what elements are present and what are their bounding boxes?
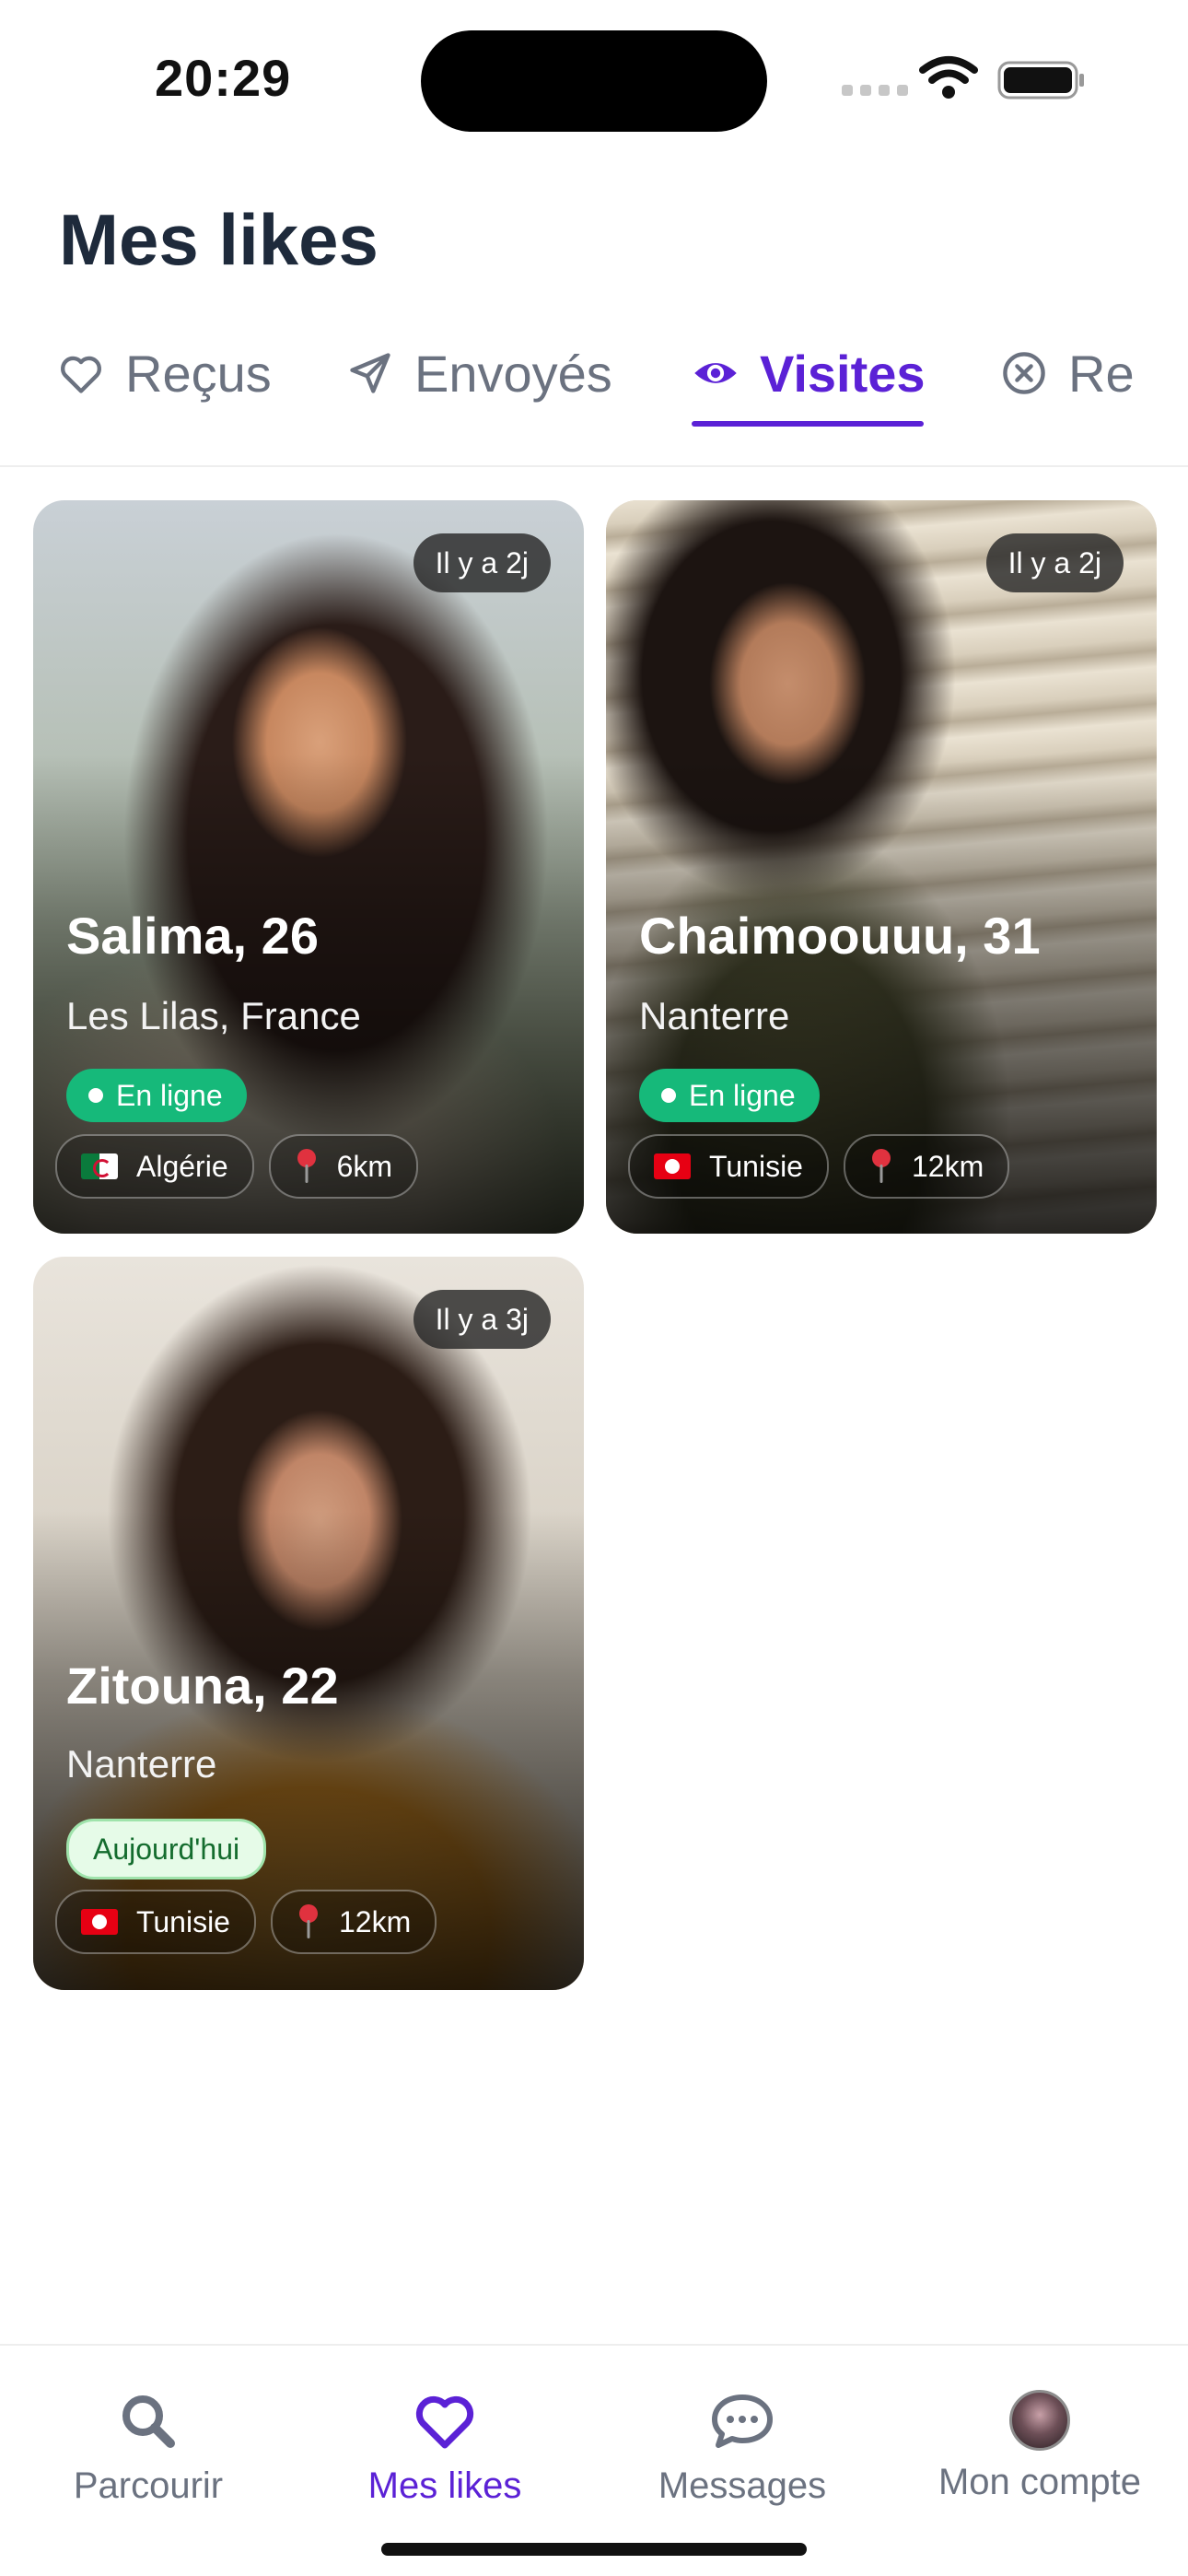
online-status-badge: En ligne xyxy=(639,1069,820,1122)
location-pin-icon xyxy=(298,1904,318,1938)
nav-messages[interactable]: Messages xyxy=(594,2359,891,2515)
tab-bar: Reçus Envoyés Visites Re xyxy=(0,318,1188,465)
cellular-signal-icon xyxy=(842,85,908,96)
tab-label: Reçus xyxy=(125,344,272,403)
online-dot-icon xyxy=(88,1088,103,1103)
profile-name-age: Salima, 26 xyxy=(66,907,319,965)
visit-time-badge: Il y a 2j xyxy=(413,533,551,592)
tab-label: Envoyés xyxy=(414,344,612,403)
avatar xyxy=(1009,2390,1070,2451)
nav-label: Parcourir xyxy=(73,2465,224,2506)
nav-mes-likes[interactable]: Mes likes xyxy=(297,2359,593,2515)
tunisia-flag-icon xyxy=(81,1909,118,1935)
heart-icon xyxy=(415,2395,474,2449)
wifi-icon xyxy=(919,56,978,99)
battery-icon xyxy=(997,61,1084,100)
profile-city: Nanterre xyxy=(66,1742,217,1786)
bottom-nav-divider xyxy=(0,2344,1188,2346)
country-pill: Algérie xyxy=(55,1134,254,1199)
tab-refuses[interactable]: Re xyxy=(1000,318,1135,428)
location-pin-icon xyxy=(297,1149,316,1183)
country-label: Tunisie xyxy=(136,1904,230,1938)
distance-pill: 12km xyxy=(270,1890,437,1954)
active-tab-indicator xyxy=(692,421,924,427)
eye-icon xyxy=(694,363,737,383)
tab-envoyes[interactable]: Envoyés xyxy=(346,318,612,428)
paper-plane-icon xyxy=(350,353,390,393)
country-pill: Tunisie xyxy=(628,1134,829,1199)
online-dot-icon xyxy=(661,1088,676,1103)
country-label: Algérie xyxy=(136,1149,228,1183)
distance-pill: 6km xyxy=(268,1134,419,1199)
distance-label: 6km xyxy=(336,1149,393,1183)
profile-name-age: Zitouna, 22 xyxy=(66,1657,339,1715)
distance-label: 12km xyxy=(338,1904,412,1938)
profile-card[interactable]: Il y a 2j Salima, 26 Les Lilas, France E… xyxy=(33,500,584,1234)
online-status-badge: En ligne xyxy=(66,1069,247,1122)
status-label: En ligne xyxy=(116,1078,223,1112)
nav-label: Mon compte xyxy=(938,2462,1142,2502)
search-icon xyxy=(122,2395,175,2448)
tab-visites[interactable]: Visites xyxy=(692,318,926,428)
profile-name-age: Chaimoouuu, 31 xyxy=(639,907,1041,965)
tab-recus[interactable]: Reçus xyxy=(57,318,272,428)
distance-label: 12km xyxy=(911,1149,984,1183)
distance-pill: 12km xyxy=(843,1134,1010,1199)
dynamic-island xyxy=(421,30,767,132)
nav-parcourir[interactable]: Parcourir xyxy=(0,2359,297,2515)
country-label: Tunisie xyxy=(709,1149,803,1183)
profile-card[interactable]: Il y a 3j Zitouna, 22 Nanterre Aujourd'h… xyxy=(33,1257,584,1990)
algeria-flag-icon xyxy=(81,1153,118,1179)
tab-label: Re xyxy=(1068,344,1135,403)
nav-label: Mes likes xyxy=(367,2465,522,2506)
visit-time-badge: Il y a 2j xyxy=(985,533,1124,592)
x-circle-icon xyxy=(1003,352,1045,394)
nav-label: Messages xyxy=(658,2465,827,2506)
status-label: En ligne xyxy=(689,1078,796,1112)
country-pill: Tunisie xyxy=(55,1890,256,1954)
profile-city: Les Lilas, France xyxy=(66,994,361,1037)
profile-city: Nanterre xyxy=(639,994,790,1037)
home-indicator xyxy=(381,2543,807,2556)
tunisia-flag-icon xyxy=(654,1153,691,1179)
header-divider xyxy=(0,465,1188,467)
chat-bubble-icon xyxy=(712,2395,773,2448)
page-title: Mes likes xyxy=(59,199,379,280)
activity-status-badge: Aujourd'hui xyxy=(66,1819,267,1879)
location-pin-icon xyxy=(871,1149,891,1183)
nav-mon-compte[interactable]: Mon compte xyxy=(891,2359,1188,2515)
profile-card[interactable]: Il y a 2j Chaimoouuu, 31 Nanterre En lig… xyxy=(606,500,1157,1234)
tab-label: Visites xyxy=(760,344,926,403)
status-time: 20:29 xyxy=(155,49,292,107)
visit-time-badge: Il y a 3j xyxy=(413,1290,551,1349)
heart-outline-icon xyxy=(61,356,101,393)
